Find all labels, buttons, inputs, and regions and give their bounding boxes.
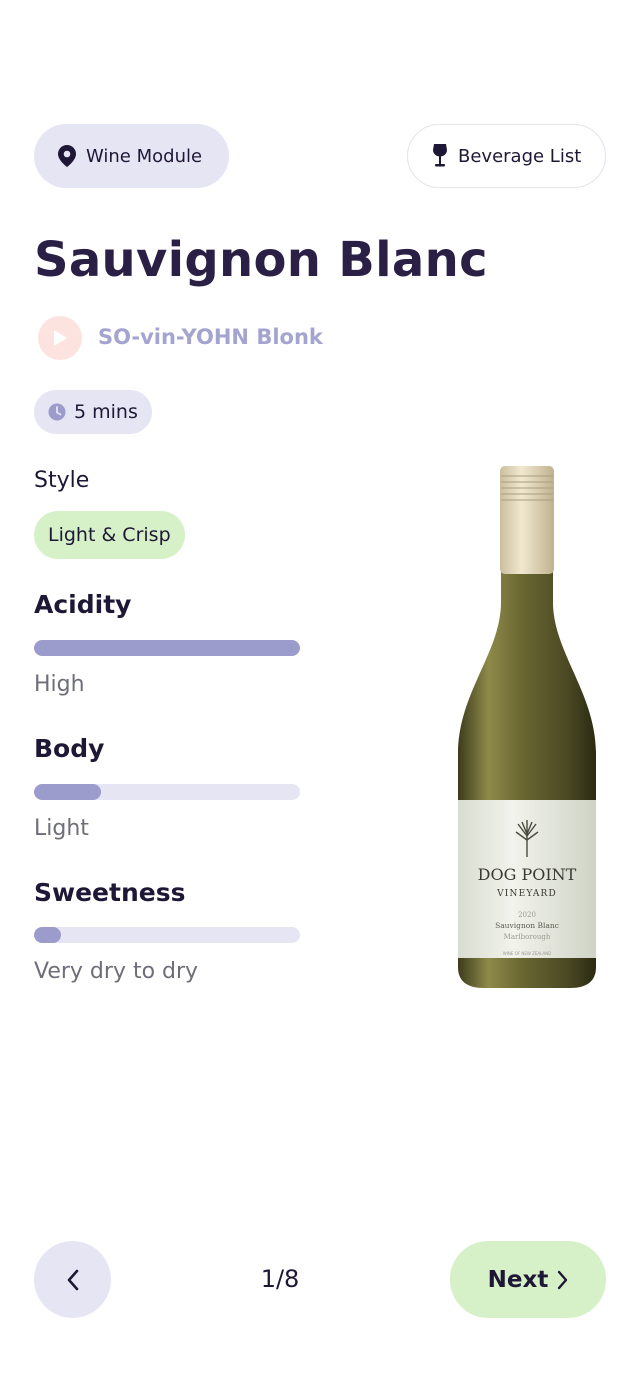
wine-module-label: Wine Module [86, 145, 203, 167]
wine-glass-icon [433, 144, 447, 167]
map-pin-icon [58, 145, 76, 167]
sweetness-value: Very dry to dry [34, 959, 199, 984]
play-pronunciation-button[interactable] [38, 316, 82, 360]
play-icon [54, 330, 67, 346]
bottle-sub: VINEYARD [496, 889, 557, 899]
sweetness-bar-fill [34, 927, 61, 943]
bottle-brand: DOG POINT [478, 865, 577, 884]
style-heading: Style [34, 468, 90, 493]
wine-bottle-image: DOG POINT VINEYARD 2020 Sauvignon Blanc … [458, 466, 596, 988]
chevron-left-icon [67, 1269, 78, 1290]
body-heading: Body [34, 734, 105, 763]
duration-text: 5 mins [74, 401, 138, 423]
bottle-variety: Sauvignon Blanc [495, 921, 559, 930]
sweetness-bar [34, 927, 300, 943]
acidity-heading: Acidity [34, 590, 132, 619]
previous-button[interactable] [34, 1241, 111, 1318]
body-bar-fill [34, 784, 101, 800]
next-label: Next [487, 1266, 549, 1293]
beverage-list-button[interactable]: Beverage List [407, 124, 606, 188]
body-value: Light [34, 816, 89, 841]
style-chip: Light & Crisp [34, 511, 185, 559]
acidity-value: High [34, 672, 85, 697]
acidity-bar-fill [34, 640, 300, 656]
next-button[interactable]: Next [450, 1241, 606, 1318]
bottle-year: 2020 [518, 911, 536, 919]
beverage-list-label: Beverage List [458, 145, 582, 167]
chevron-right-icon [558, 1270, 568, 1289]
wine-title: Sauvignon Blanc [34, 232, 488, 288]
bottle-origin: WINE OF NEW ZEALAND [503, 951, 552, 956]
body-bar [34, 784, 300, 800]
wine-module-button[interactable]: Wine Module [34, 124, 229, 188]
duration-badge: 5 mins [34, 390, 152, 434]
bottle-region: Marlborough [504, 933, 551, 941]
clock-icon [48, 403, 66, 421]
page-indicator: 1/8 [260, 1265, 300, 1293]
sweetness-heading: Sweetness [34, 878, 186, 907]
acidity-bar [34, 640, 300, 656]
pronunciation-text: SO-vin-YOHN Blonk [98, 325, 323, 349]
